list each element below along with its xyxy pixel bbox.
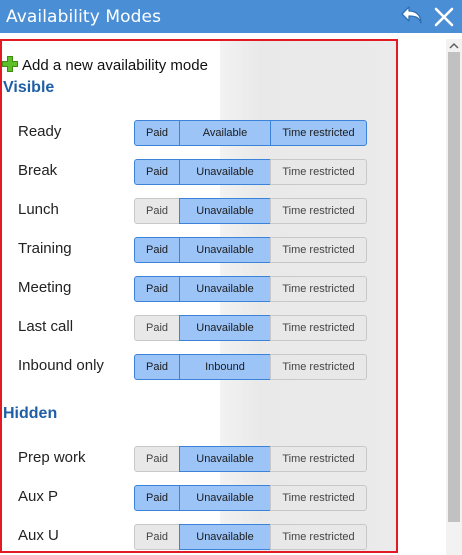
scrollbar[interactable] [446, 39, 462, 555]
mode-name[interactable]: Training [18, 240, 72, 257]
availability-toggle[interactable]: Unavailable [179, 315, 271, 341]
mode-row-meeting: Meeting Paid Unavailable Time restricted [2, 276, 396, 302]
add-mode-label: Add a new availability mode [22, 57, 208, 74]
paid-toggle[interactable]: Paid [134, 524, 180, 550]
availability-mode-list: Add a new availability mode Visible Hidd… [0, 39, 398, 553]
mode-row-break: Break Paid Unavailable Time restricted [2, 159, 396, 185]
mode-name[interactable]: Last call [18, 318, 73, 335]
availability-toggle[interactable]: Unavailable [179, 159, 271, 185]
paid-toggle[interactable]: Paid [134, 276, 180, 302]
mode-name[interactable]: Lunch [18, 201, 59, 218]
section-title-visible: Visible [3, 79, 55, 96]
section-title-hidden: Hidden [3, 405, 58, 422]
mode-row-training: Training Paid Unavailable Time restricted [2, 237, 396, 263]
mode-name[interactable]: Aux P [18, 488, 58, 505]
paid-toggle[interactable]: Paid [134, 120, 180, 146]
availability-toggle[interactable]: Unavailable [179, 524, 271, 550]
time-restricted-toggle[interactable]: Time restricted [270, 276, 367, 302]
plus-icon [2, 55, 18, 72]
paid-toggle[interactable]: Paid [134, 354, 180, 380]
undo-button[interactable] [399, 4, 425, 28]
availability-toggle[interactable]: Unavailable [179, 485, 271, 511]
mode-row-lunch: Lunch Paid Unavailable Time restricted [2, 198, 396, 224]
mode-name[interactable]: Prep work [18, 449, 86, 466]
paid-toggle[interactable]: Paid [134, 485, 180, 511]
close-icon [434, 7, 454, 27]
time-restricted-toggle[interactable]: Time restricted [270, 446, 367, 472]
chevron-up-icon [449, 42, 459, 49]
window-title: Availability Modes [6, 6, 162, 27]
window-titlebar: Availability Modes [0, 0, 462, 33]
availability-toggle[interactable]: Inbound [179, 354, 271, 380]
time-restricted-toggle[interactable]: Time restricted [270, 159, 367, 185]
mode-row-aux-p: Aux P Paid Unavailable Time restricted [2, 485, 396, 511]
undo-icon [401, 6, 422, 24]
mode-row-ready: Ready Paid Available Time restricted [2, 120, 396, 146]
time-restricted-toggle[interactable]: Time restricted [270, 315, 367, 341]
paid-toggle[interactable]: Paid [134, 315, 180, 341]
paid-toggle[interactable]: Paid [134, 446, 180, 472]
time-restricted-toggle[interactable]: Time restricted [270, 485, 367, 511]
scrollbar-thumb[interactable] [448, 52, 460, 522]
mode-name[interactable]: Inbound only [18, 357, 104, 374]
availability-toggle[interactable]: Unavailable [179, 237, 271, 263]
paid-toggle[interactable]: Paid [134, 237, 180, 263]
availability-toggle[interactable]: Unavailable [179, 276, 271, 302]
availability-toggle[interactable]: Unavailable [179, 446, 271, 472]
availability-toggle[interactable]: Unavailable [179, 198, 271, 224]
time-restricted-toggle[interactable]: Time restricted [270, 120, 367, 146]
time-restricted-toggle[interactable]: Time restricted [270, 237, 367, 263]
paid-toggle[interactable]: Paid [134, 159, 180, 185]
mode-row-aux-u: Aux U Paid Unavailable Time restricted [2, 524, 396, 550]
mode-name[interactable]: Ready [18, 123, 61, 140]
time-restricted-toggle[interactable]: Time restricted [270, 524, 367, 550]
mode-name[interactable]: Aux U [18, 527, 59, 544]
mode-row-last-call: Last call Paid Unavailable Time restricted [2, 315, 396, 341]
close-button[interactable] [433, 6, 455, 28]
mode-name[interactable]: Break [18, 162, 57, 179]
availability-toggle[interactable]: Available [179, 120, 271, 146]
mode-row-inbound-only: Inbound only Paid Inbound Time restricted [2, 354, 396, 380]
mode-name[interactable]: Meeting [18, 279, 71, 296]
paid-toggle[interactable]: Paid [134, 198, 180, 224]
mode-row-prep-work: Prep work Paid Unavailable Time restricted [2, 446, 396, 472]
add-mode-link[interactable]: Add a new availability mode [2, 53, 208, 74]
time-restricted-toggle[interactable]: Time restricted [270, 198, 367, 224]
time-restricted-toggle[interactable]: Time restricted [270, 354, 367, 380]
